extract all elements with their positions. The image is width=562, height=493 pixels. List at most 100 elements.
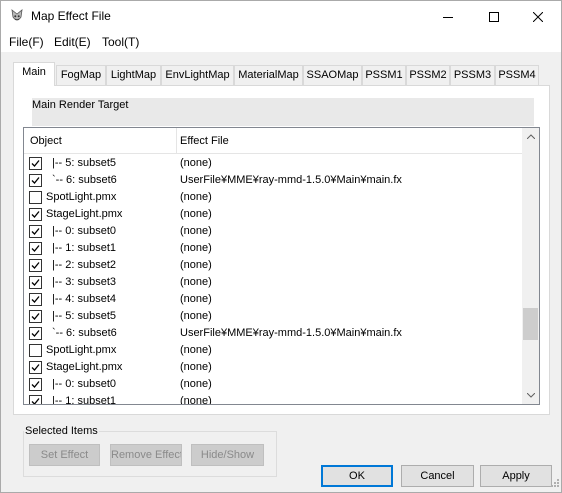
scroll-up-arrow[interactable] (522, 128, 539, 145)
checkbox-checked[interactable] (29, 378, 42, 391)
tab-lightmap[interactable]: LightMap (106, 65, 161, 85)
ok-button[interactable]: OK (321, 465, 393, 487)
checkbox-unchecked[interactable] (29, 344, 42, 357)
list-item[interactable]: |-- 0: subset0 (none) (24, 376, 522, 393)
remove-effect-button[interactable]: Remove Effect (110, 444, 182, 466)
menu-edit[interactable]: Edit(E) (54, 35, 91, 49)
list-item[interactable]: StageLight.pmx (none) (24, 206, 522, 223)
minimize-icon (443, 12, 453, 22)
object-name: `-- 6: subset6 (52, 327, 117, 339)
effect-file: (none) (180, 293, 212, 305)
maximize-button[interactable] (471, 1, 517, 32)
column-header-object[interactable]: Object (30, 135, 62, 147)
effect-file: (none) (180, 208, 212, 220)
list-item[interactable]: SpotLight.pmx (none) (24, 189, 522, 206)
tab-ssaomap[interactable]: SSAOMap (303, 65, 362, 85)
checkbox-unchecked[interactable] (29, 191, 42, 204)
object-name: |-- 5: subset5 (52, 157, 116, 169)
checkbox-checked[interactable] (29, 276, 42, 289)
tab-pssm1[interactable]: PSSM1 (362, 65, 406, 85)
scroll-thumb[interactable] (523, 308, 538, 340)
column-header-effect-file[interactable]: Effect File (180, 135, 229, 147)
effect-file: (none) (180, 378, 212, 390)
render-target-label: Main Render Target (32, 99, 129, 111)
scroll-down-arrow[interactable] (522, 387, 539, 404)
object-name: StageLight.pmx (46, 361, 123, 373)
column-divider[interactable] (176, 128, 177, 154)
resize-grip-icon[interactable] (549, 477, 559, 490)
list-item[interactable]: `-- 6: subset6 UserFile¥MME¥ray-mmd-1.5.0… (24, 325, 522, 342)
title-bar: Map Effect File (1, 1, 561, 32)
object-name: SpotLight.pmx (46, 344, 117, 356)
checkbox-checked[interactable] (29, 225, 42, 238)
close-icon (533, 11, 543, 22)
list-rows: |-- 5: subset5 (none) `-- 6: subset6 UserFi… (24, 155, 522, 404)
effect-file: (none) (180, 395, 212, 404)
checkbox-checked[interactable] (29, 395, 42, 404)
object-name: |-- 2: subset2 (52, 259, 116, 271)
object-name: `-- 6: subset6 (52, 174, 117, 186)
object-name: SpotLight.pmx (46, 191, 117, 203)
effect-file: UserFile¥MME¥ray-mmd-1.5.0¥Main¥main.fx (180, 327, 402, 339)
effect-file: (none) (180, 191, 212, 203)
main-tab-panel: Main Render Target Object Effect File |-… (13, 85, 550, 415)
maximize-icon (489, 11, 499, 22)
checkbox-checked[interactable] (29, 208, 42, 221)
object-effect-list[interactable]: Object Effect File |-- 5: subset5 (none) `… (23, 127, 540, 405)
effect-file: (none) (180, 259, 212, 271)
hide-show-button[interactable]: Hide/Show (191, 444, 264, 466)
effect-file: (none) (180, 344, 212, 356)
menu-file[interactable]: File(F) (9, 35, 44, 49)
object-name: |-- 4: subset4 (52, 293, 116, 305)
vertical-scrollbar[interactable] (522, 128, 539, 404)
tab-materialmap[interactable]: MaterialMap (234, 65, 303, 85)
list-item[interactable]: |-- 1: subset1 (none) (24, 393, 522, 404)
object-name: |-- 0: subset0 (52, 225, 116, 237)
tab-envlightmap[interactable]: EnvLightMap (161, 65, 234, 85)
list-item[interactable]: |-- 1: subset1 (none) (24, 240, 522, 257)
window-title: Map Effect File (31, 9, 111, 23)
object-name: |-- 5: subset5 (52, 310, 116, 322)
checkbox-checked[interactable] (29, 361, 42, 374)
menu-tool[interactable]: Tool(T) (102, 35, 139, 49)
object-name: StageLight.pmx (46, 208, 123, 220)
tab-pssm2[interactable]: PSSM2 (406, 65, 450, 85)
list-item[interactable]: |-- 3: subset3 (none) (24, 274, 522, 291)
checkbox-checked[interactable] (29, 310, 42, 323)
list-item[interactable]: StageLight.pmx (none) (24, 359, 522, 376)
checkbox-checked[interactable] (29, 157, 42, 170)
effect-file: (none) (180, 310, 212, 322)
mme-app-icon (9, 8, 25, 24)
minimize-button[interactable] (425, 1, 471, 32)
object-name: |-- 3: subset3 (52, 276, 116, 288)
set-effect-button[interactable]: Set Effect (29, 444, 100, 466)
effect-file: (none) (180, 276, 212, 288)
list-item[interactable]: |-- 2: subset2 (none) (24, 257, 522, 274)
list-item[interactable]: |-- 5: subset5 (none) (24, 308, 522, 325)
checkbox-checked[interactable] (29, 327, 42, 340)
list-item[interactable]: |-- 5: subset5 (none) (24, 155, 522, 172)
checkbox-checked[interactable] (29, 259, 42, 272)
tab-pssm4[interactable]: PSSM4 (495, 65, 539, 85)
list-item[interactable]: |-- 4: subset4 (none) (24, 291, 522, 308)
effect-file: UserFile¥MME¥ray-mmd-1.5.0¥Main¥main.fx (180, 174, 402, 186)
cancel-button[interactable]: Cancel (401, 465, 474, 487)
object-name: |-- 1: subset1 (52, 395, 116, 404)
menu-bar: File(F) Edit(E) Tool(T) (1, 32, 561, 52)
list-item[interactable]: |-- 0: subset0 (none) (24, 223, 522, 240)
object-name: |-- 0: subset0 (52, 378, 116, 390)
list-item[interactable]: SpotLight.pmx (none) (24, 342, 522, 359)
tab-pssm3[interactable]: PSSM3 (450, 65, 495, 85)
checkbox-checked[interactable] (29, 293, 42, 306)
list-item[interactable]: `-- 6: subset6 UserFile¥MME¥ray-mmd-1.5.0… (24, 172, 522, 189)
effect-file: (none) (180, 242, 212, 254)
tab-fogmap[interactable]: FogMap (56, 65, 106, 85)
checkbox-checked[interactable] (29, 174, 42, 187)
apply-button[interactable]: Apply (480, 465, 552, 487)
close-button[interactable] (515, 1, 561, 32)
map-effect-file-window: Map Effect File File(F) Edit(E) Tool(T) … (0, 0, 562, 493)
checkbox-checked[interactable] (29, 242, 42, 255)
effect-file: (none) (180, 157, 212, 169)
tab-main[interactable]: Main (13, 62, 55, 86)
effect-file: (none) (180, 361, 212, 373)
